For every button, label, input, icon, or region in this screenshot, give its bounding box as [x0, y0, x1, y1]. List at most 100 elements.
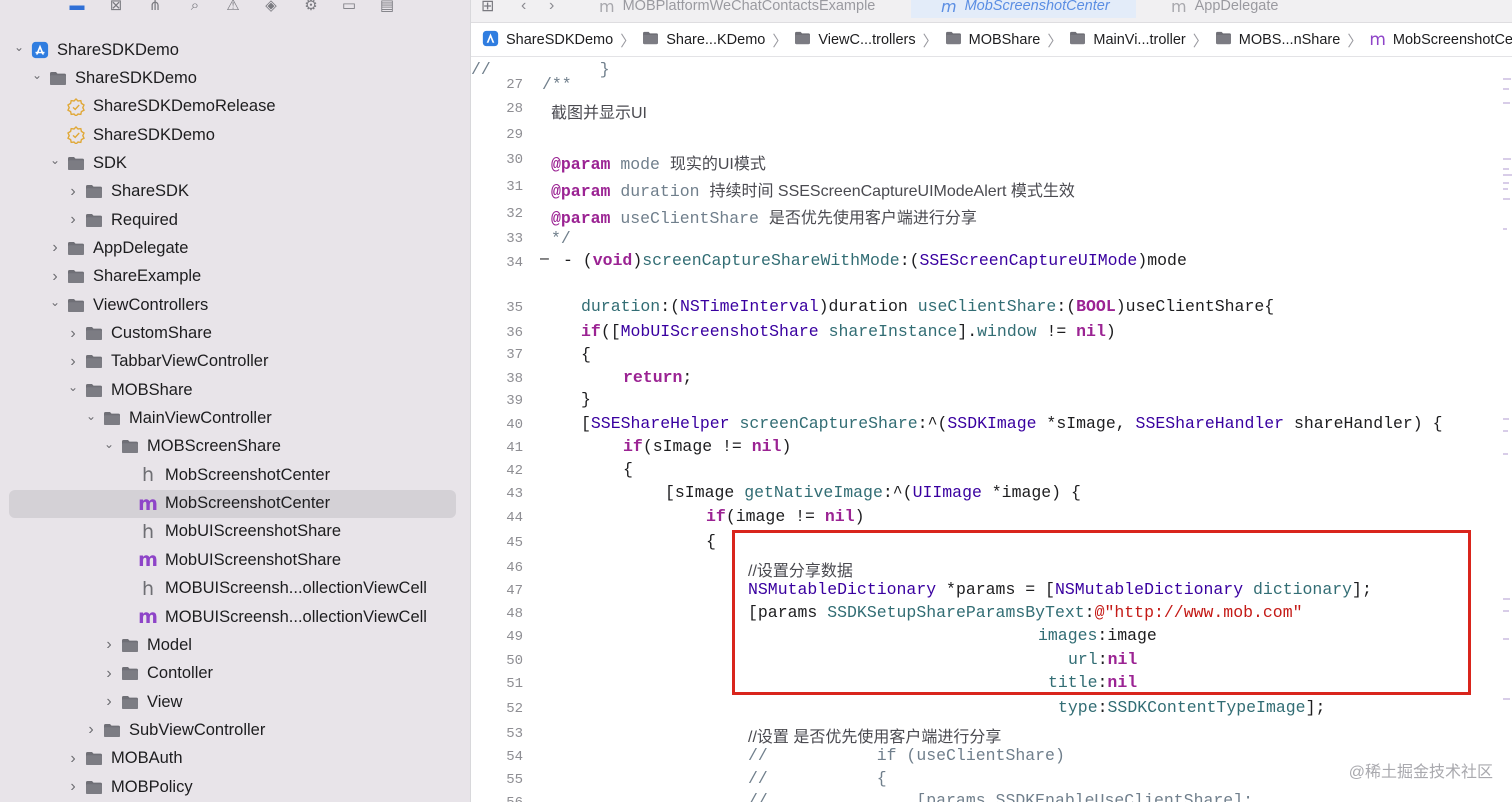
minimap-line	[1503, 638, 1509, 640]
chevron-right-icon[interactable]: ›	[66, 211, 80, 229]
tree-item[interactable]: › SubViewController	[0, 716, 470, 744]
tree-item[interactable]: ⌄ ShareSDKDemo	[0, 64, 470, 92]
breadcrumb-item[interactable]: MainVi...troller	[1069, 31, 1186, 49]
code-line: url:nil	[1068, 650, 1137, 669]
code-token: :^(	[882, 483, 913, 502]
tree-item[interactable]: h MobUIScreenshotShare	[0, 518, 470, 546]
chevron-down-icon[interactable]: ⌄	[66, 380, 80, 394]
code-line: if(image != nil)	[706, 507, 864, 526]
minimap[interactable]	[1499, 58, 1512, 802]
tree-item[interactable]: › Model	[0, 631, 470, 659]
tree-item[interactable]: › AppDelegate	[0, 234, 470, 262]
tree-item[interactable]: › TabbarViewController	[0, 348, 470, 376]
breadcrumb-item[interactable]: ShareSDKDemo	[482, 30, 613, 51]
breadcrumb-label: MOBShare	[968, 32, 1041, 48]
code-token: // if (useClientShare)	[748, 746, 1065, 765]
code-token: //设置 是否优先使用客户端进行分享	[748, 729, 1002, 746]
tree-item[interactable]: ⌄ SDK	[0, 149, 470, 177]
minimap-line	[1503, 453, 1508, 455]
tree-item[interactable]: › ShareExample	[0, 263, 470, 291]
tab-mobscreenshotcenter[interactable]: m MobScreenshotCenter	[911, 0, 1136, 18]
chevron-down-icon[interactable]: ⌄	[12, 40, 26, 54]
breadcrumb-item[interactable]: Share...KDemo	[642, 31, 765, 49]
chevron-right-icon[interactable]: ›	[102, 636, 116, 654]
code-token: SSDKImage	[947, 414, 1037, 433]
tree-item[interactable]: › CustomShare	[0, 320, 470, 348]
chevron-right-icon[interactable]: ›	[84, 721, 98, 739]
search-icon[interactable]: ⌕	[186, 0, 204, 14]
tree-item[interactable]: ⌄ MOBScreenShare	[0, 433, 470, 461]
breakpoint-icon[interactable]: ▭	[340, 0, 358, 14]
code-token: 是否优先使用客户端进行分享	[768, 210, 977, 227]
breadcrumb-item[interactable]: ViewC...trollers	[794, 31, 916, 49]
forward-arrow-icon[interactable]: ›	[549, 0, 554, 18]
back-arrow-icon[interactable]: ‹	[521, 0, 526, 18]
chevron-right-icon[interactable]: ›	[66, 183, 80, 201]
source-control-icon[interactable]: ⊠	[107, 0, 125, 14]
tree-item[interactable]: ⌄ ShareSDKDemo	[0, 36, 470, 64]
code-area[interactable]: 27 28 29 30 31 32 33 34 35 36 37 38 39 40 41 42 43 44 45 46…	[471, 60, 1491, 802]
tree-item[interactable]: › Contoller	[0, 660, 470, 688]
chevron-down-icon[interactable]: ⌄	[102, 437, 116, 451]
chevron-right-icon[interactable]: ›	[66, 778, 80, 796]
code-token: // {	[748, 769, 887, 788]
tree-item[interactable]: h MOBUIScreensh...ollectionViewCell	[0, 575, 470, 603]
code-line: if(sImage != nil)	[623, 437, 791, 456]
test-icon[interactable]: ◈	[262, 0, 280, 14]
folder-icon	[85, 353, 103, 371]
debug-icon[interactable]: ⚙	[302, 0, 320, 14]
tree-item-label: MainViewController	[129, 409, 272, 428]
code-line: // [params SSDKEnableUseClientShare];	[748, 791, 1253, 802]
tree-item[interactable]: ⌄ MOBShare	[0, 376, 470, 404]
report-icon[interactable]: ▤	[378, 0, 396, 14]
tree-item[interactable]: › MOBAuth	[0, 745, 470, 773]
breadcrumb-item[interactable]: MOBS...nShare	[1215, 31, 1340, 49]
grid-icon[interactable]: ⊞	[481, 0, 494, 18]
warning-icon[interactable]: ⚠	[224, 0, 242, 14]
breadcrumb-item[interactable]: m MobScreenshotCenter	[1369, 30, 1512, 50]
code-token: ];	[1305, 698, 1326, 717]
tree-item[interactable]: ⌄ ViewControllers	[0, 291, 470, 319]
chevron-right-icon[interactable]: ›	[48, 268, 62, 286]
code-token: getNativeImage	[744, 483, 883, 502]
tree-item[interactable]: m MobUIScreenshotShare	[0, 546, 470, 574]
tree-item[interactable]: › MOBPolicy	[0, 773, 470, 801]
code-token: nil	[824, 507, 855, 526]
chevron-down-icon[interactable]: ⌄	[84, 409, 98, 423]
chevron-right-icon[interactable]: ›	[102, 665, 116, 683]
code-line: // if (useClientShare)	[748, 746, 1065, 765]
line-number: 35	[506, 300, 523, 316]
code-token: @"http://www.mob.com"	[1094, 603, 1303, 622]
chevron-right-icon[interactable]: ›	[66, 325, 80, 343]
minimap-line	[1503, 78, 1511, 80]
tree-item[interactable]: h MobScreenshotCenter	[0, 461, 470, 489]
tree-item[interactable]: › View	[0, 688, 470, 716]
tree-item[interactable]: ShareSDKDemo	[0, 121, 470, 149]
tree-item[interactable]: › Required	[0, 206, 470, 234]
tree-item[interactable]: m MOBUIScreensh...ollectionViewCell	[0, 603, 470, 631]
code-token: SSEShareHandler	[1135, 414, 1285, 433]
chevron-down-icon[interactable]: ⌄	[48, 295, 62, 309]
code-line: [params SSDKSetupShareParamsByText:@"htt…	[748, 603, 1303, 622]
chevron-right-icon[interactable]: ›	[102, 693, 116, 711]
tree-item[interactable]: m MobScreenshotCenter	[9, 489, 456, 518]
line-number: 37	[506, 347, 523, 363]
breadcrumb-item[interactable]: MOBShare	[945, 31, 1041, 49]
tab-mobplatformwechatcontactsexample[interactable]: m MOBPlatformWeChatContactsExample	[599, 0, 875, 18]
hierarchy-icon[interactable]: ⋔	[146, 0, 164, 14]
tree-item[interactable]: ShareSDKDemoRelease	[0, 93, 470, 121]
fold-marker-icon[interactable]: –	[540, 250, 549, 268]
chevron-down-icon[interactable]: ⌄	[48, 153, 62, 167]
chevron-right-icon[interactable]: ›	[48, 239, 62, 257]
chevron-right-icon[interactable]: ›	[66, 353, 80, 371]
chevron-right-icon[interactable]: ›	[66, 750, 80, 768]
m-file-icon: m	[941, 0, 957, 16]
jump-bar: ShareSDKDemo 〉 Share...KDemo 〉 ViewC...troll…	[471, 24, 1512, 57]
code-token: ;	[682, 368, 693, 387]
folder-icon[interactable]: ▬	[68, 0, 86, 14]
tree-item[interactable]: ⌄ MainViewController	[0, 405, 470, 433]
tree-item[interactable]: › ShareSDK	[0, 178, 470, 206]
m-file-icon: m	[138, 549, 158, 572]
chevron-down-icon[interactable]: ⌄	[30, 68, 44, 82]
tab-appdelegate[interactable]: m AppDelegate	[1171, 0, 1278, 18]
